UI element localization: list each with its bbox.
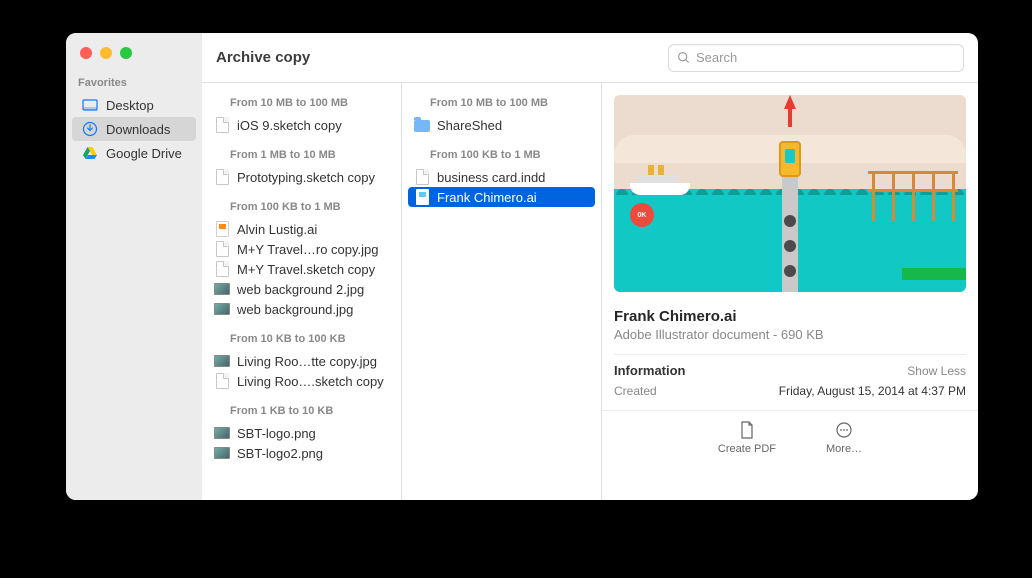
file-name: Frank Chimero.ai xyxy=(437,190,537,205)
size-group-header: From 100 KB to 1 MB xyxy=(402,135,601,167)
file-row[interactable]: Living Roo…tte copy.jpg xyxy=(202,351,401,371)
size-group-header: From 1 MB to 10 MB xyxy=(202,135,401,167)
column-2[interactable]: From 10 MB to 100 MB ShareShed From 100 KB… xyxy=(402,83,602,500)
window-title: Archive copy xyxy=(216,49,668,66)
size-group-header: From 100 KB to 1 MB xyxy=(202,187,401,219)
created-label: Created xyxy=(614,384,657,398)
file-name: M+Y Travel…ro copy.jpg xyxy=(237,242,379,257)
file-icon xyxy=(214,353,230,369)
file-icon xyxy=(414,189,430,205)
search-icon xyxy=(677,51,690,64)
toolbar: Archive copy Search xyxy=(202,33,978,83)
file-icon xyxy=(214,117,230,133)
window-controls xyxy=(66,43,202,77)
file-icon xyxy=(414,169,430,185)
file-row[interactable]: ShareShed xyxy=(402,115,601,135)
file-icon xyxy=(214,301,230,317)
more-button[interactable]: More… xyxy=(826,421,862,455)
preview-pane: 0K Frank Chimero.ai Adobe Illustrator do… xyxy=(602,83,978,500)
main-area: Archive copy Search From 10 MB to 100 MB… xyxy=(202,33,978,500)
size-group-header: From 1 KB to 10 KB xyxy=(202,391,401,423)
file-name: web background.jpg xyxy=(237,302,353,317)
file-row[interactable]: Frank Chimero.ai xyxy=(408,187,595,207)
file-icon xyxy=(414,117,430,133)
preview-filetype: Adobe Illustrator document - 690 KB xyxy=(614,327,966,342)
file-name: web background 2.jpg xyxy=(237,282,364,297)
file-icon xyxy=(214,373,230,389)
file-name: business card.indd xyxy=(437,170,545,185)
file-row[interactable]: Alvin Lustig.ai xyxy=(202,219,401,239)
file-name: SBT-logo2.png xyxy=(237,446,323,461)
sidebar-item-desktop[interactable]: Desktop xyxy=(72,93,196,117)
file-icon xyxy=(214,221,230,237)
zoom-button[interactable] xyxy=(120,47,132,59)
created-value: Friday, August 15, 2014 at 4:37 PM xyxy=(779,384,966,398)
create-pdf-button[interactable]: Create PDF xyxy=(718,421,776,455)
search-placeholder: Search xyxy=(696,50,737,65)
column-1[interactable]: From 10 MB to 100 MB iOS 9.sketch copy Fro… xyxy=(202,83,402,500)
sidebar-item-label: Downloads xyxy=(106,122,170,137)
file-name: Alvin Lustig.ai xyxy=(237,222,317,237)
file-icon xyxy=(214,425,230,441)
file-name: Living Roo…tte copy.jpg xyxy=(237,354,377,369)
preview-badge: 0K xyxy=(630,203,654,227)
file-name: ShareShed xyxy=(437,118,502,133)
file-row[interactable]: Prototyping.sketch copy xyxy=(202,167,401,187)
preview-filename: Frank Chimero.ai xyxy=(614,308,966,325)
desktop-icon xyxy=(82,97,98,113)
google-drive-icon xyxy=(82,145,98,161)
file-name: iOS 9.sketch copy xyxy=(237,118,342,133)
sidebar: Favorites Desktop Downloads Google Drive xyxy=(66,33,202,500)
more-icon xyxy=(835,421,853,439)
search-field[interactable]: Search xyxy=(668,44,964,72)
file-row[interactable]: iOS 9.sketch copy xyxy=(202,115,401,135)
file-row[interactable]: SBT-logo2.png xyxy=(202,443,401,463)
file-icon xyxy=(214,445,230,461)
file-icon xyxy=(214,281,230,297)
file-name: SBT-logo.png xyxy=(237,426,316,441)
sidebar-item-label: Desktop xyxy=(106,98,154,113)
size-group-header: From 10 MB to 100 MB xyxy=(202,83,401,115)
document-icon xyxy=(738,421,756,439)
file-row[interactable]: business card.indd xyxy=(402,167,601,187)
file-row[interactable]: Living Roo….sketch copy xyxy=(202,371,401,391)
file-name: Prototyping.sketch copy xyxy=(237,170,375,185)
downloads-icon xyxy=(82,121,98,137)
sidebar-item-google-drive[interactable]: Google Drive xyxy=(72,141,196,165)
favorites-label: Favorites xyxy=(66,77,202,93)
preview-actions: Create PDF More… xyxy=(602,410,978,461)
preview-thumbnail: 0K xyxy=(614,95,966,292)
info-row-created: Created Friday, August 15, 2014 at 4:37 … xyxy=(614,384,966,398)
file-icon xyxy=(214,261,230,277)
minimize-button[interactable] xyxy=(100,47,112,59)
file-row[interactable]: M+Y Travel.sketch copy xyxy=(202,259,401,279)
file-row[interactable]: M+Y Travel…ro copy.jpg xyxy=(202,239,401,259)
sidebar-item-label: Google Drive xyxy=(106,146,182,161)
show-less-button[interactable]: Show Less xyxy=(907,364,966,378)
info-header: Information Show Less xyxy=(614,354,966,378)
size-group-header: From 10 MB to 100 MB xyxy=(402,83,601,115)
info-label: Information xyxy=(614,363,686,378)
sidebar-item-downloads[interactable]: Downloads xyxy=(72,117,196,141)
file-row[interactable]: web background.jpg xyxy=(202,299,401,319)
size-group-header: From 10 KB to 100 KB xyxy=(202,319,401,351)
column-browser: From 10 MB to 100 MB iOS 9.sketch copy Fro… xyxy=(202,83,978,500)
file-row[interactable]: SBT-logo.png xyxy=(202,423,401,443)
file-icon xyxy=(214,169,230,185)
file-name: M+Y Travel.sketch copy xyxy=(237,262,375,277)
file-name: Living Roo….sketch copy xyxy=(237,374,384,389)
file-row[interactable]: web background 2.jpg xyxy=(202,279,401,299)
close-button[interactable] xyxy=(80,47,92,59)
finder-window: Favorites Desktop Downloads Google Drive… xyxy=(66,33,978,500)
file-icon xyxy=(214,241,230,257)
